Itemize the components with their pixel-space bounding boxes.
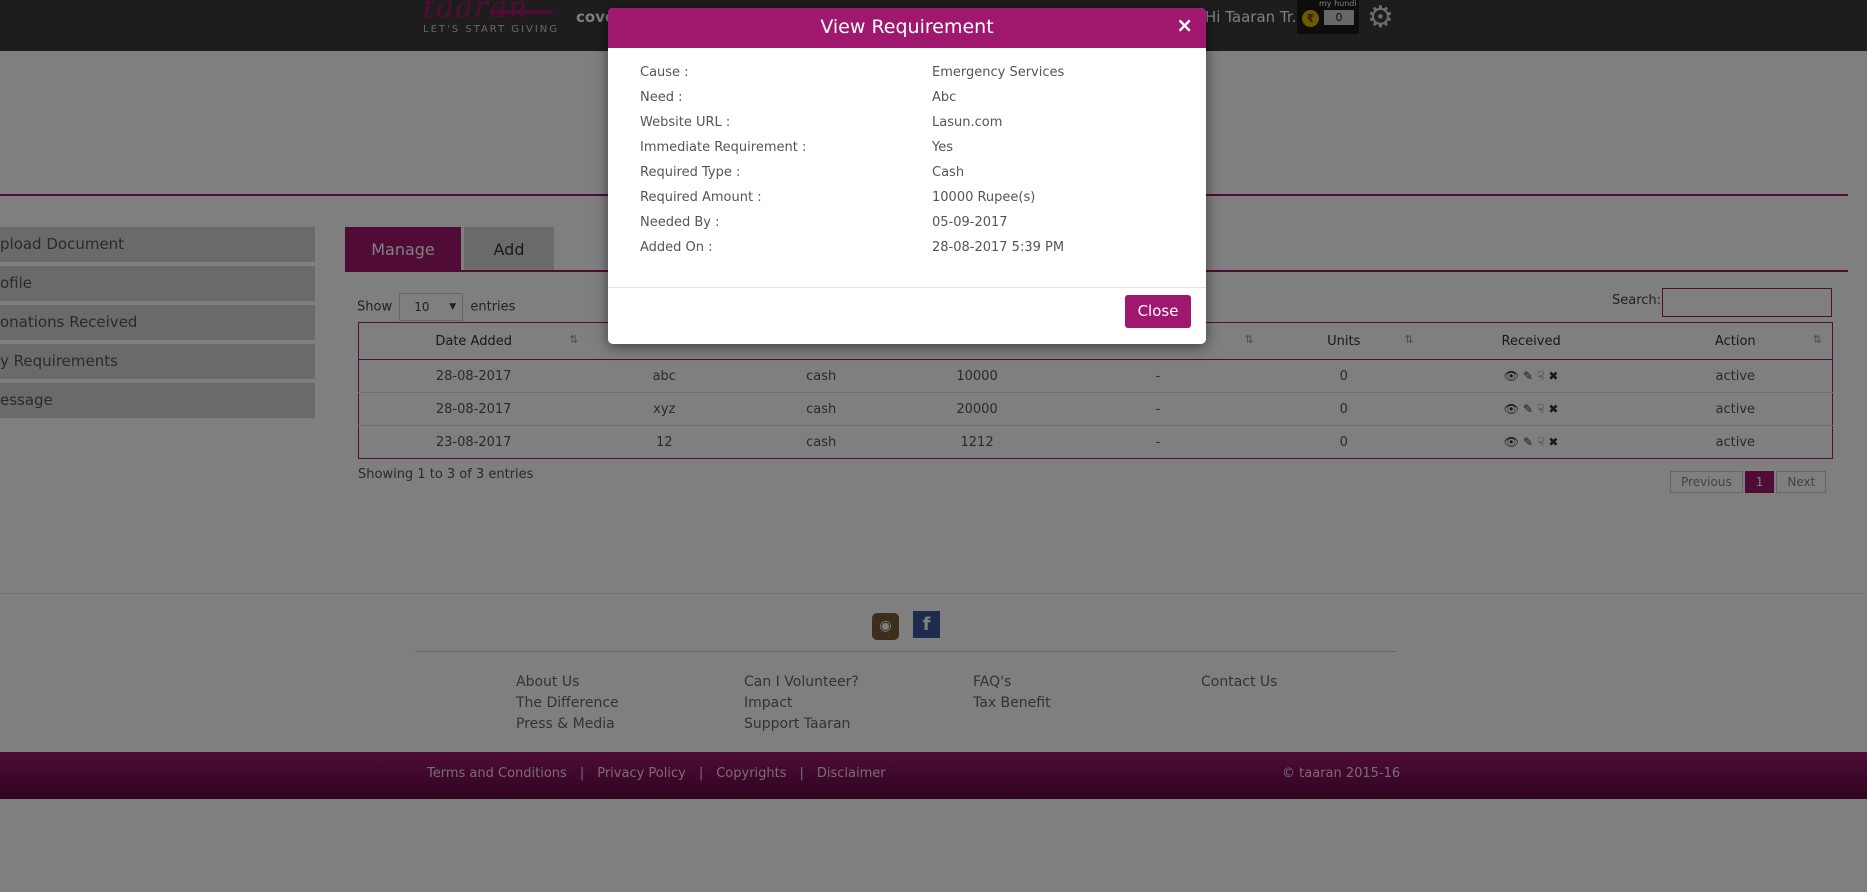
close-button[interactable]: Close — [1125, 295, 1191, 328]
detail-row-added-on: Added On : 28-08-2017 5:39 PM — [640, 240, 1174, 265]
detail-value: Yes — [932, 140, 953, 155]
detail-label: Immediate Requirement : — [640, 140, 807, 155]
detail-label: Website URL : — [640, 115, 731, 130]
detail-value: 28-08-2017 5:39 PM — [932, 240, 1065, 255]
detail-value: 05-09-2017 — [932, 215, 1008, 230]
close-icon[interactable]: × — [1176, 15, 1193, 35]
detail-row-required-type: Required Type : Cash — [640, 165, 1174, 190]
detail-value: Emergency Services — [932, 65, 1065, 80]
detail-value: 10000 Rupee(s) — [932, 190, 1036, 205]
detail-row-immediate-requirement: Immediate Requirement : Yes — [640, 140, 1174, 165]
detail-row-required-amount: Required Amount : 10000 Rupee(s) — [640, 190, 1174, 215]
detail-label: Required Type : — [640, 165, 741, 180]
detail-row-needed-by: Needed By : 05-09-2017 — [640, 215, 1174, 240]
detail-label: Added On : — [640, 240, 713, 255]
modal-header: View Requirement × — [608, 8, 1206, 48]
modal-body: Cause : Emergency Services Need : Abc Webs… — [608, 48, 1206, 288]
view-requirement-modal: View Requirement × Cause : Emergency Serv… — [608, 8, 1206, 344]
detail-row-cause: Cause : Emergency Services — [640, 65, 1174, 90]
detail-label: Need : — [640, 90, 683, 105]
detail-label: Needed By : — [640, 215, 720, 230]
detail-row-website-url: Website URL : Lasun.com — [640, 115, 1174, 140]
modal-title: View Requirement — [820, 16, 994, 38]
detail-value: Abc — [932, 90, 957, 105]
detail-label: Cause : — [640, 65, 689, 80]
detail-label: Required Amount : — [640, 190, 762, 205]
detail-value: Cash — [932, 165, 965, 180]
detail-value: Lasun.com — [932, 115, 1003, 130]
detail-row-need: Need : Abc — [640, 90, 1174, 115]
